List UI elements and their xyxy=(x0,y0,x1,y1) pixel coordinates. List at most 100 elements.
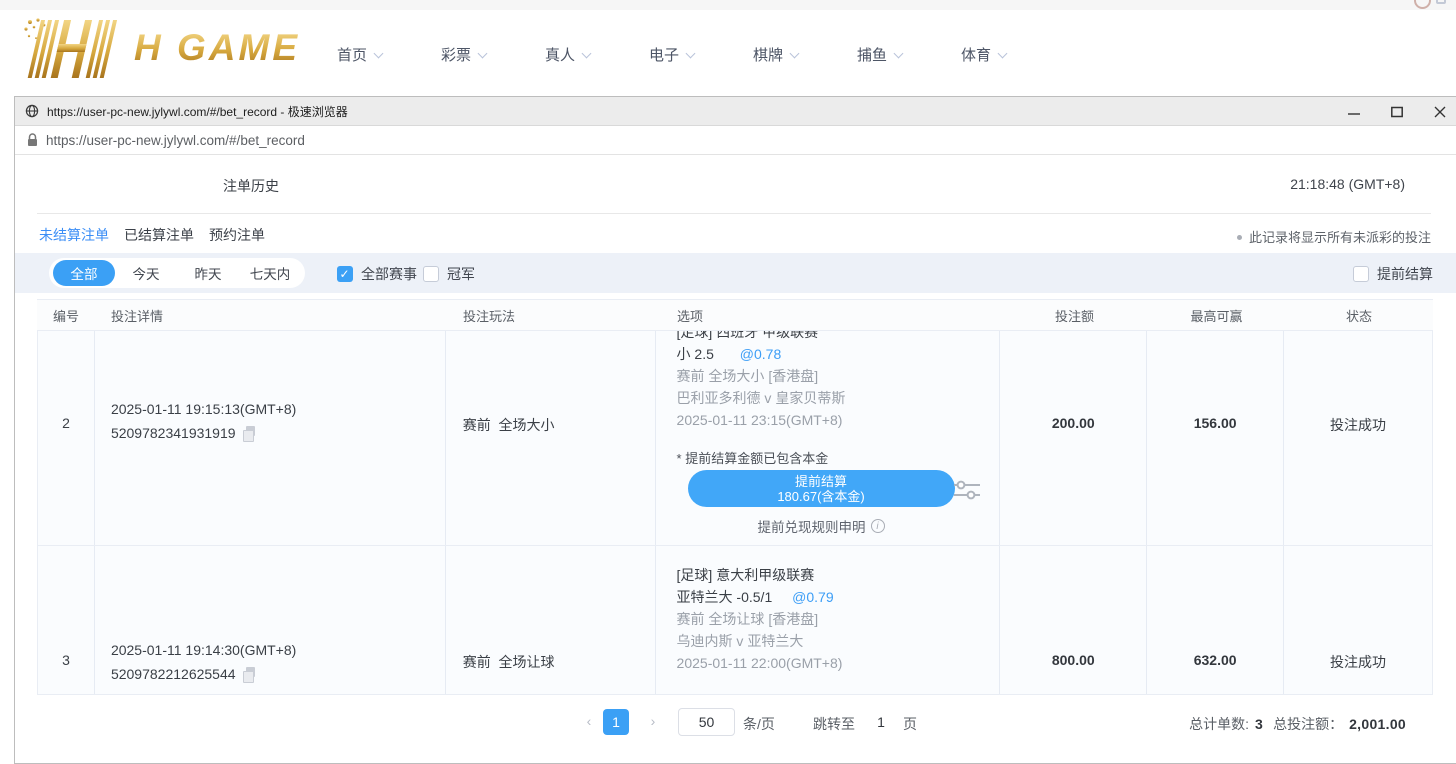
page-title: 注单历史 xyxy=(223,176,279,196)
nav-item-fishing[interactable]: 捕鱼 xyxy=(857,44,961,65)
cell-status: 投注成功 xyxy=(1284,546,1432,694)
all-events-checkbox[interactable]: 全部赛事 xyxy=(337,264,417,284)
sliders-icon[interactable] xyxy=(953,478,981,502)
option-match-time: 2025-01-11 23:15(GMT+8) xyxy=(677,409,1000,431)
page-number-button[interactable]: 1 xyxy=(603,709,629,735)
champion-checkbox[interactable]: 冠军 xyxy=(423,264,475,284)
cashout-rules-text: 提前兑现规则申明 xyxy=(758,516,866,536)
maximize-button[interactable] xyxy=(1390,105,1403,118)
close-button[interactable] xyxy=(1433,105,1446,118)
window-titlebar[interactable]: https://user-pc-new.jylywl.com/#/bet_rec… xyxy=(15,97,1456,126)
site-logo: H GAME xyxy=(12,16,300,80)
main-nav: 首页 彩票 真人 电子 棋牌 捕鱼 xyxy=(337,44,1065,65)
chevron-down-icon xyxy=(998,48,1008,58)
early-settle-checkbox[interactable]: 提前结算 xyxy=(1353,264,1433,284)
cell-maxwin: 632.00 xyxy=(1147,546,1284,694)
nav-label: 真人 xyxy=(545,44,575,65)
total-amount: 总投注额：2,001.00 xyxy=(1273,714,1406,734)
tab-settled[interactable]: 已结算注单 xyxy=(124,225,194,245)
col-header-option: 选项 xyxy=(656,300,1001,330)
info-icon[interactable]: i xyxy=(871,519,885,533)
tabs: 未结算注单 已结算注单 预约注单 xyxy=(39,225,265,245)
record-note: 此记录将显示所有未派彩的投注 xyxy=(1237,227,1431,246)
address-bar[interactable]: https://user-pc-new.jylywl.com/#/bet_rec… xyxy=(15,126,1456,155)
row-number: 2 xyxy=(38,415,94,431)
cashout-button-amount: 180.67(含本金) xyxy=(777,489,864,504)
range-today[interactable]: 今天 xyxy=(115,260,177,286)
bet-id-text: 5209782341931919 xyxy=(111,425,236,441)
chevron-down-icon xyxy=(582,48,592,58)
max-win: 156.00 xyxy=(1147,415,1283,431)
corner-icon xyxy=(1436,0,1446,4)
nav-item-live[interactable]: 真人 xyxy=(545,44,649,65)
option-odds: @0.79 xyxy=(792,589,833,605)
cell-amount: 800.00 xyxy=(1000,546,1147,694)
logo-text: H GAME xyxy=(134,27,300,69)
option-league: [足球] 西班牙 甲级联赛 xyxy=(677,331,1000,343)
tab-unsettled[interactable]: 未结算注单 xyxy=(39,225,109,245)
prev-page-button[interactable]: ‹ xyxy=(581,711,597,731)
col-header-status: 状态 xyxy=(1285,300,1433,330)
nav-item-sports[interactable]: 体育 xyxy=(961,44,1065,65)
option-match: 乌迪内斯 v 亚特兰大 xyxy=(677,630,1000,652)
range-yesterday[interactable]: 昨天 xyxy=(177,260,239,286)
cell-option: [足球] 意大利甲级联赛 亚特兰大 -0.5/1 @0.79 赛前 全场让球 [… xyxy=(656,546,1001,694)
next-page-button[interactable]: › xyxy=(645,711,661,731)
nav-label: 电子 xyxy=(649,44,679,65)
tab-reserved[interactable]: 预约注单 xyxy=(209,225,265,245)
option-match: 巴利亚多利德 v 皇家贝蒂斯 xyxy=(677,387,1000,409)
chevron-down-icon xyxy=(894,48,904,58)
col-header-no: 编号 xyxy=(37,300,95,330)
option-pick: 小 2.5 xyxy=(677,346,714,362)
range-seven-days[interactable]: 七天内 xyxy=(239,260,301,286)
page-size-input[interactable] xyxy=(678,708,735,736)
cashout-rules-link[interactable]: 提前兑现规则申明 i xyxy=(688,516,955,536)
nav-item-lottery[interactable]: 彩票 xyxy=(441,44,545,65)
minimize-button[interactable] xyxy=(1347,105,1360,118)
cell-maxwin: 156.00 xyxy=(1147,331,1284,545)
nav-item-cards[interactable]: 棋牌 xyxy=(753,44,857,65)
copy-icon[interactable] xyxy=(243,667,256,681)
option-odds: @0.78 xyxy=(740,346,781,362)
cell-play: 赛前 全场大小 xyxy=(446,331,656,545)
bet-id: 5209782341931919 xyxy=(111,425,256,441)
play-type: 赛前 全场大小 xyxy=(463,415,555,435)
bet-amount: 800.00 xyxy=(1000,652,1146,668)
chevron-down-icon xyxy=(790,48,800,58)
jump-label: 跳转至 xyxy=(813,714,855,734)
cell-detail: 2025-01-11 19:14:30(GMT+8) 5209782212625… xyxy=(95,546,446,694)
totals: 总计单数:3 总投注额：2,001.00 xyxy=(1189,714,1406,734)
champion-label: 冠军 xyxy=(447,264,475,284)
range-all[interactable]: 全部 xyxy=(53,260,115,286)
url-text: https://user-pc-new.jylywl.com/#/bet_rec… xyxy=(46,133,305,148)
table-header: 编号 投注详情 投注玩法 选项 投注额 最高可赢 状态 xyxy=(37,299,1433,331)
nav-label: 彩票 xyxy=(441,44,471,65)
lock-icon xyxy=(27,133,38,147)
bet-time: 2025-01-11 19:14:30(GMT+8) xyxy=(111,642,296,658)
copy-icon[interactable] xyxy=(243,426,256,440)
option-market: 赛前 全场让球 [香港盘] xyxy=(677,608,1000,630)
top-strip xyxy=(0,0,1456,10)
page-content: 注单历史 21:18:48 (GMT+8) 未结算注单 已结算注单 预约注单 此… xyxy=(15,155,1455,763)
chevron-down-icon xyxy=(478,48,488,58)
cashout-note: * 提前结算金额已包含本金 xyxy=(677,448,829,467)
bet-amount: 200.00 xyxy=(1000,415,1146,431)
nav-label: 首页 xyxy=(337,44,367,65)
nav-item-slots[interactable]: 电子 xyxy=(649,44,753,65)
early-settle-label: 提前结算 xyxy=(1377,264,1433,284)
checkbox-unchecked-icon xyxy=(423,266,439,282)
cell-no: 2 xyxy=(38,331,95,545)
bet-time: 2025-01-11 19:15:13(GMT+8) xyxy=(111,401,296,417)
screen: H GAME 首页 彩票 真人 电子 棋牌 xyxy=(0,0,1456,764)
site-header: H GAME 首页 彩票 真人 电子 棋牌 xyxy=(0,0,1456,96)
play-type: 赛前 全场让球 xyxy=(463,652,555,672)
date-range-group: 全部 今天 昨天 七天内 xyxy=(49,258,305,288)
record-note-text: 此记录将显示所有未派彩的投注 xyxy=(1249,230,1431,245)
page-unit-label: 页 xyxy=(903,714,917,734)
bet-status: 投注成功 xyxy=(1284,652,1432,672)
nav-item-home[interactable]: 首页 xyxy=(337,44,441,65)
total-amount-label: 总投注额： xyxy=(1273,716,1343,732)
jump-page-input[interactable] xyxy=(867,709,895,735)
cashout-button[interactable]: 提前结算 180.67(含本金) xyxy=(688,470,955,507)
option-pick-line: 亚特兰大 -0.5/1 @0.79 xyxy=(677,586,1000,608)
